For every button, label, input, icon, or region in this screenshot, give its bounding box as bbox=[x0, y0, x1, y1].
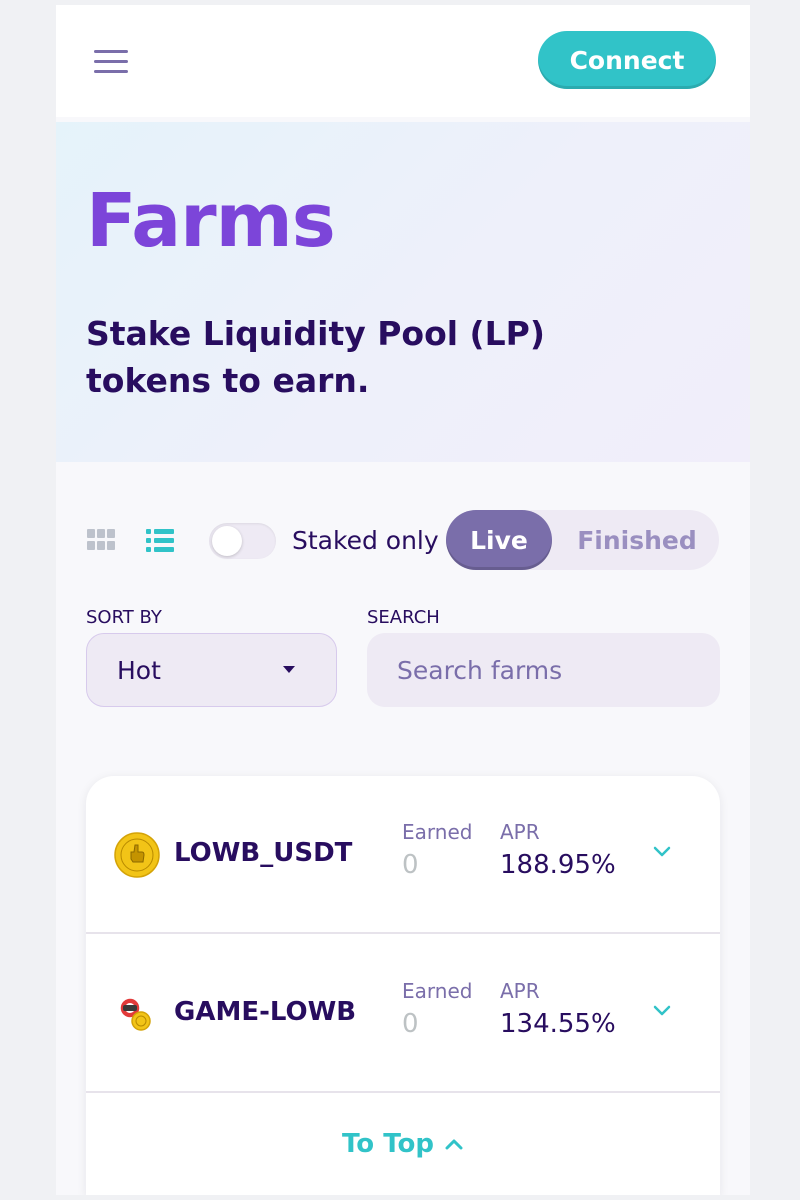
apr-value: 134.55% bbox=[500, 1009, 616, 1039]
grid-view-icon[interactable] bbox=[87, 529, 115, 551]
chevron-up-icon bbox=[445, 1139, 463, 1150]
farm-name: LOWB_USDT bbox=[174, 838, 353, 868]
earned-label: Earned bbox=[402, 820, 473, 844]
earned-label: Earned bbox=[402, 979, 473, 1003]
farm-name: GAME-LOWB bbox=[174, 997, 357, 1027]
search-label: SEARCH bbox=[367, 607, 440, 628]
apr-label: APR bbox=[500, 820, 540, 844]
search-input[interactable] bbox=[367, 633, 720, 707]
farm-list: LOWB_USDT Earned 0 APR 188.95% GAME-LOWB… bbox=[86, 776, 720, 1195]
sort-by-label: SORT BY bbox=[86, 607, 162, 628]
tab-live[interactable]: Live bbox=[446, 510, 552, 570]
apr-value: 188.95% bbox=[500, 850, 616, 880]
tab-finished[interactable]: Finished bbox=[558, 510, 716, 570]
staked-only-label: Staked only bbox=[292, 526, 439, 555]
farm-controls: Staked only Live Finished SORT BY SEARCH… bbox=[56, 465, 750, 765]
lowb-token-icon bbox=[114, 832, 160, 878]
staked-only-toggle[interactable] bbox=[209, 523, 276, 559]
caret-down-icon bbox=[283, 666, 295, 673]
game-lowb-token-icon bbox=[119, 997, 151, 1031]
apr-label: APR bbox=[500, 979, 540, 1003]
app-viewport: Connect Farms Stake Liquidity Pool (LP) … bbox=[56, 5, 750, 1195]
farm-row[interactable]: GAME-LOWB Earned 0 APR 134.55% bbox=[86, 935, 720, 1093]
hamburger-menu-icon[interactable] bbox=[94, 50, 128, 74]
connect-button[interactable]: Connect bbox=[538, 31, 716, 89]
chevron-down-icon[interactable] bbox=[653, 1001, 671, 1019]
sort-by-select[interactable]: Hot bbox=[86, 633, 337, 707]
chevron-down-icon[interactable] bbox=[653, 842, 671, 860]
live-finished-tabs: Live Finished bbox=[446, 510, 719, 570]
sort-selected-value: Hot bbox=[117, 656, 161, 685]
top-nav: Connect bbox=[56, 5, 750, 117]
list-view-icon[interactable] bbox=[146, 528, 174, 552]
earned-value: 0 bbox=[402, 850, 419, 880]
earned-value: 0 bbox=[402, 1009, 419, 1039]
to-top-label: To Top bbox=[342, 1129, 434, 1159]
page-hero: Farms Stake Liquidity Pool (LP) tokens t… bbox=[56, 122, 750, 462]
farm-row[interactable]: LOWB_USDT Earned 0 APR 188.95% bbox=[86, 776, 720, 934]
page-title: Farms bbox=[86, 178, 336, 264]
to-top-button[interactable]: To Top bbox=[86, 1094, 720, 1194]
page-subtitle: Stake Liquidity Pool (LP) tokens to earn… bbox=[86, 314, 545, 400]
toggle-knob bbox=[212, 526, 242, 556]
